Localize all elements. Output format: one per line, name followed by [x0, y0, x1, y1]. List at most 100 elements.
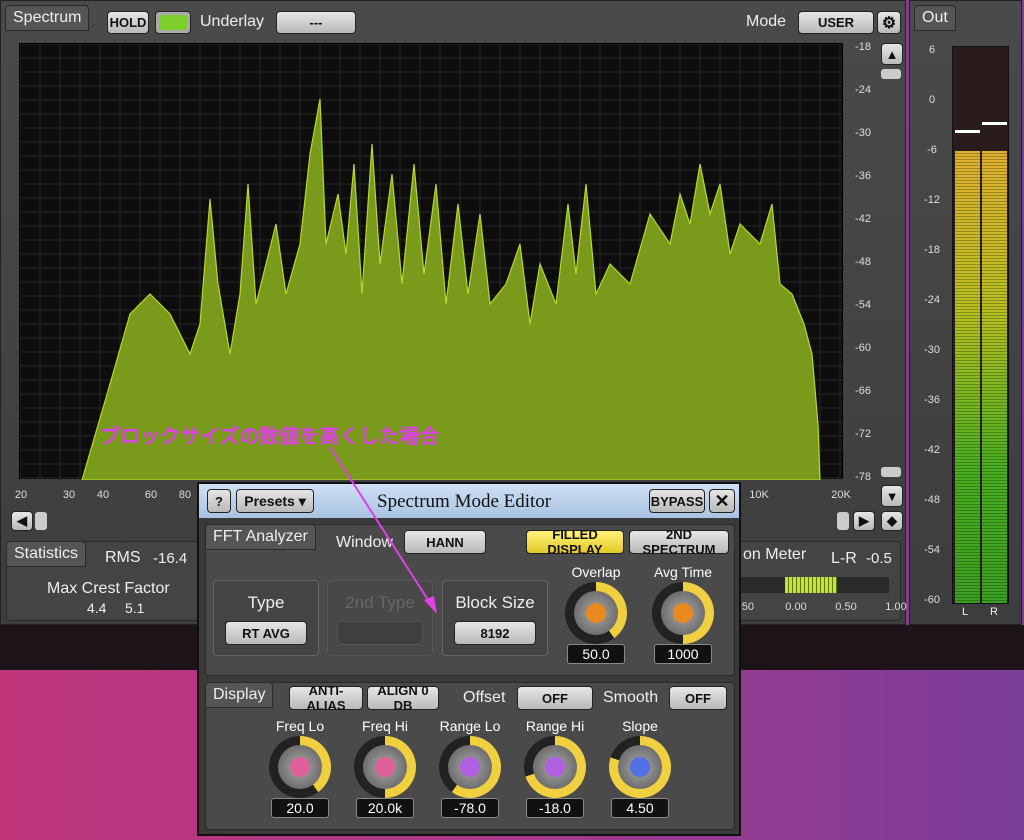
help-button[interactable]: ?: [207, 489, 231, 513]
tab-out[interactable]: Out: [914, 5, 956, 31]
vertical-scroll-thumb-lower[interactable]: [881, 467, 901, 477]
knob-dial[interactable]: [269, 736, 331, 798]
peak-hold-l: [955, 130, 980, 134]
mode-dropdown[interactable]: USER: [798, 11, 874, 34]
anti-alias-toggle[interactable]: ANTI-ALIAS: [289, 683, 363, 713]
scroll-down-button[interactable]: ▼: [881, 485, 903, 507]
knob-dial[interactable]: [439, 736, 501, 798]
lr-label: L-R: [831, 550, 857, 567]
out-tick-label: -36: [924, 394, 940, 406]
out-tick-label: -30: [924, 344, 940, 356]
db-scale: -18 -24 -30 -36 -42 -48 -54 -60 -66 -72 -78: [847, 41, 879, 483]
bypass-button[interactable]: BYPASS: [649, 489, 705, 513]
knob-label: Overlap: [571, 564, 621, 580]
output-meter: [952, 46, 1009, 604]
type-box: Type RT AVG: [213, 580, 319, 656]
block-size-label: Block Size: [455, 593, 535, 612]
gear-icon[interactable]: ⚙: [877, 11, 901, 34]
presets-dropdown[interactable]: Presets ▾: [236, 489, 314, 513]
correlation-tick-label: 0.50: [835, 601, 857, 613]
knob-overlap[interactable]: Overlap 50.0: [561, 564, 631, 664]
zoom-reset-button[interactable]: ◆: [881, 511, 903, 531]
knob-range-lo[interactable]: Range Lo -78.0: [435, 718, 505, 818]
type-label: Type: [247, 593, 285, 612]
scroll-left-button[interactable]: ◀: [11, 511, 33, 531]
tab-fft-analyzer[interactable]: FFT Analyzer: [205, 524, 316, 550]
db-tick-label: -72: [855, 428, 871, 440]
knob-slope[interactable]: Slope 4.50: [605, 718, 675, 818]
knob-label: Range Hi: [525, 718, 585, 734]
out-tick-label: -6: [927, 144, 937, 156]
spectrum-graph[interactable]: [19, 43, 844, 481]
freq-tick-label: 80: [178, 489, 192, 501]
freq-tick-label: 60: [144, 489, 158, 501]
underlay-label: Underlay: [200, 13, 265, 30]
knob-value[interactable]: 50.0: [567, 644, 625, 664]
db-tick-label: -24: [855, 84, 871, 96]
dialog-title-bar: ? Presets ▾ Spectrum Mode Editor BYPASS …: [199, 484, 739, 518]
knob-freq-hi[interactable]: Freq Hi 20.0k: [350, 718, 420, 818]
tab-display[interactable]: Display: [205, 682, 274, 708]
knob-dial[interactable]: [652, 582, 714, 644]
crest-factor-label: Max Crest Factor: [47, 580, 170, 597]
knob-value[interactable]: 20.0: [271, 798, 329, 818]
window-dropdown[interactable]: HANN: [404, 530, 486, 554]
freq-tick-label: 20: [14, 489, 28, 501]
second-type-dropdown: [337, 621, 423, 645]
out-tick-label: 6: [928, 44, 936, 56]
db-tick-label: -48: [855, 256, 871, 268]
crest-value-r: 5.1: [125, 600, 145, 616]
horizontal-scroll-thumb[interactable]: [35, 512, 47, 530]
horizontal-scroll-thumb-right[interactable]: [837, 512, 849, 530]
second-type-label: 2nd Type: [345, 593, 415, 612]
type-dropdown[interactable]: RT AVG: [225, 621, 307, 645]
hold-button[interactable]: HOLD: [107, 11, 149, 34]
tab-correlation-meter[interactable]: on Meter: [736, 543, 813, 567]
meter-bar-l: [955, 151, 980, 603]
out-tick-label: -48: [924, 494, 940, 506]
knob-value[interactable]: 1000: [654, 644, 712, 664]
tab-statistics[interactable]: Statistics: [6, 541, 87, 567]
smooth-label: Smooth: [603, 689, 659, 706]
knob-dial[interactable]: [524, 736, 586, 798]
knob-value[interactable]: 20.0k: [356, 798, 414, 818]
underlay-dropdown[interactable]: ---: [276, 11, 356, 34]
knob-value[interactable]: -18.0: [526, 798, 584, 818]
correlation-meter-bar: [741, 577, 889, 593]
knob-dial[interactable]: [354, 736, 416, 798]
crest-value-l: 4.4: [87, 600, 107, 616]
filled-display-toggle[interactable]: FILLED DISPLAY: [526, 527, 624, 557]
db-tick-label: -18: [855, 41, 871, 53]
knob-label: Freq Hi: [362, 718, 408, 734]
second-spectrum-toggle[interactable]: 2ND SPECTRUM: [629, 527, 729, 557]
knob-label: Slope: [622, 718, 658, 734]
knob-freq-lo[interactable]: Freq Lo 20.0: [265, 718, 335, 818]
knob-dial[interactable]: [609, 736, 671, 798]
channel-label-r: R: [990, 606, 998, 618]
rms-value: -16.4: [153, 550, 188, 567]
db-tick-label: -42: [855, 213, 871, 225]
knob-dial[interactable]: [565, 582, 627, 644]
knob-label: Freq Lo: [275, 718, 325, 734]
close-icon[interactable]: ✕: [709, 489, 735, 513]
block-size-dropdown[interactable]: 8192: [454, 621, 536, 645]
knob-value[interactable]: -78.0: [441, 798, 499, 818]
tab-spectrum[interactable]: Spectrum: [5, 5, 90, 31]
db-tick-label: -36: [855, 170, 871, 182]
rms-label: RMS: [105, 549, 141, 566]
vertical-scroll-thumb[interactable]: [881, 69, 901, 79]
hold-toggle[interactable]: [155, 11, 191, 34]
align-0db-toggle[interactable]: ALIGN 0 DB: [367, 683, 439, 713]
offset-dropdown[interactable]: OFF: [517, 686, 593, 710]
knob-range-hi[interactable]: Range Hi -18.0: [520, 718, 590, 818]
offset-label: Offset: [463, 689, 506, 706]
scroll-up-button[interactable]: ▲: [881, 43, 903, 65]
knob-avg-time[interactable]: Avg Time 1000: [648, 564, 718, 664]
db-tick-label: -30: [855, 127, 871, 139]
out-tick-label: -18: [924, 244, 940, 256]
knob-value[interactable]: 4.50: [611, 798, 669, 818]
smooth-dropdown[interactable]: OFF: [669, 686, 727, 710]
db-tick-label: -54: [855, 299, 871, 311]
scroll-right-button[interactable]: ▶: [853, 511, 875, 531]
peak-hold-r: [982, 122, 1007, 125]
